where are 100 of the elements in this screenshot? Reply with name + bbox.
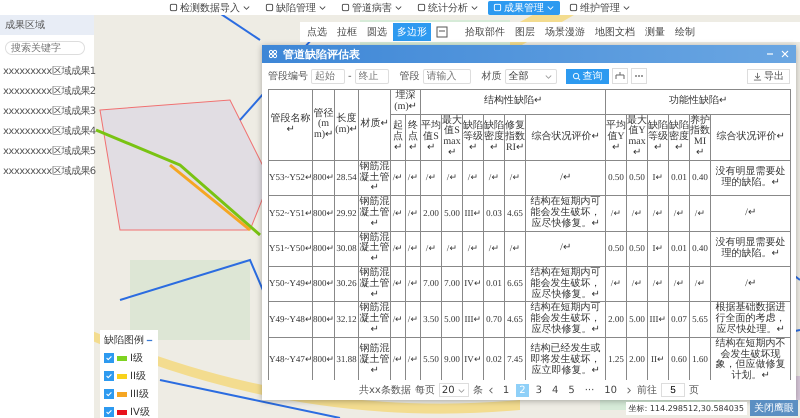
table-cell: 6.65 (504, 266, 526, 302)
table-cell: /↵ (648, 196, 669, 232)
menu-tab[interactable]: 管道病害 (336, 0, 408, 14)
table-cell: /↵ (710, 266, 791, 302)
column-header: 管径(mm)↵ (312, 90, 334, 160)
more-icon[interactable] (630, 68, 647, 84)
column-header: 缺陷密度↵ (668, 114, 690, 160)
legend-label: II级 (130, 370, 146, 383)
grid-icon (268, 49, 278, 59)
table-cell: 7.45 (504, 337, 526, 380)
table-cell: 钢筋混凝土管↵ (358, 196, 390, 232)
search-icon (572, 72, 581, 80)
legend-title: 缺陷图例 (104, 334, 144, 347)
table-cell: 0.70 (484, 302, 505, 338)
tool-button[interactable]: 测量 (641, 23, 669, 41)
hierarchy-icon[interactable] (612, 68, 628, 84)
table-cell: 7.00 (442, 266, 463, 302)
region-item[interactable]: xxxxxxxxx区域成果6 (0, 161, 94, 181)
page-size-select[interactable]: 20 (438, 383, 469, 397)
table-cell: 根据基础数据进行全面的考虑，应尽快处理。↵ (710, 302, 791, 338)
square-icon (493, 3, 502, 12)
menu-tab[interactable]: 检测数据导入 (164, 0, 256, 14)
table-cell: 5.65 (690, 302, 711, 338)
checkbox[interactable] (104, 389, 114, 399)
region-item[interactable]: xxxxxxxxx区域成果1 (0, 61, 94, 81)
square-icon (265, 3, 274, 12)
region-item[interactable]: xxxxxxxxx区域成果2 (0, 81, 94, 101)
table-cell: /↵ (526, 231, 606, 266)
export-button[interactable]: 导出 (747, 68, 790, 84)
column-header: 平均值Y↵ (606, 114, 627, 160)
checkbox[interactable] (104, 371, 114, 381)
region-item[interactable]: xxxxxxxxx区域成果4 (0, 121, 94, 141)
filter-label: 管段编号 (268, 70, 308, 83)
table-cell: 钢筋混凝土管↵ (358, 160, 390, 196)
table-cell: /↵ (442, 160, 463, 196)
table-cell: /↵ (406, 231, 421, 266)
column-header: 综合状况评价↵ (526, 114, 606, 160)
table-cell: /↵ (420, 160, 442, 196)
tool-button[interactable]: 图层 (511, 23, 539, 41)
table-cell: /↵ (406, 266, 421, 302)
table-cell: /↵ (648, 266, 669, 302)
input-field[interactable]: 终止 (354, 68, 389, 84)
table-cell: 30.26 (334, 266, 358, 302)
page-button[interactable]: ··· (582, 384, 598, 396)
menu-tab[interactable]: 缺陷管理 (260, 0, 332, 14)
square-icon (417, 3, 426, 12)
tool-button[interactable]: 地图文档 (591, 23, 639, 41)
download-icon (753, 72, 762, 80)
region-item[interactable]: xxxxxxxxx区域成果5 (0, 141, 94, 161)
tool-button[interactable]: 绘制 (671, 23, 699, 41)
tool-button[interactable]: 点选 (303, 23, 331, 41)
table-cell: /↵ (606, 196, 627, 232)
table-cell: /↵ (406, 196, 421, 232)
menu-tab[interactable]: 维护管理 (564, 0, 636, 14)
table-cell: 0.50 (626, 160, 648, 196)
page-input[interactable]: 5 (661, 383, 685, 397)
pager-label: 每页 (414, 384, 435, 397)
column-header: 管段名称↵ (268, 90, 312, 160)
checkbox[interactable] (104, 353, 114, 363)
filter-label: 管段 (400, 70, 420, 83)
table-cell: /↵ (690, 196, 711, 232)
table-cell: 结构在短期内可能会发生破坏，应尽快修复。↵ (526, 302, 606, 338)
table-cell: 3.50 (420, 302, 442, 338)
table-cell: /↵ (690, 266, 711, 302)
tool-button[interactable]: 拾取部件 (461, 23, 509, 41)
square-icon (341, 3, 350, 12)
page-button[interactable]: 3 (532, 384, 545, 396)
page-button[interactable]: 5 (565, 384, 578, 396)
table-cell: 2.00 (606, 302, 627, 338)
table-cell: /↵ (504, 160, 526, 196)
input-field[interactable]: 起始 (311, 68, 345, 84)
table-cell: /↵ (462, 231, 484, 266)
page-button[interactable]: 10 (601, 384, 620, 396)
table-cell: Y53~Y52↵ (268, 160, 312, 196)
table-cell: 2.00 (626, 337, 648, 380)
page-button[interactable]: 4 (548, 384, 562, 396)
region-item[interactable]: xxxxxxxxx区域成果3 (0, 101, 94, 121)
material-select[interactable]: 全部 (504, 68, 557, 84)
table-cell: /↵ (390, 196, 406, 232)
table-cell: 钢筋混凝土管↵ (358, 266, 390, 302)
page-button[interactable]: 1 (500, 384, 512, 396)
search-field[interactable]: 搜索关键字 (5, 41, 85, 55)
input-field[interactable]: 请输入 (422, 68, 471, 84)
menu-tab[interactable]: 统计分析 (412, 0, 484, 14)
table-cell: 0.01 (668, 160, 690, 196)
table-cell: 28.54 (334, 160, 358, 196)
table-cell: 5.00 (442, 302, 463, 338)
table-cell: /↵ (420, 231, 442, 266)
dialog-title: 管道缺陷评估表 (283, 46, 361, 62)
legend-label: III级 (130, 388, 149, 401)
table-cell: 0.50 (606, 231, 627, 266)
close-icon[interactable] (780, 49, 790, 59)
tool-button[interactable]: 场景漫游 (541, 23, 589, 41)
tool-button[interactable]: 圆选 (363, 23, 391, 41)
column-header: 养护指数MI↵ (690, 114, 711, 160)
table-cell: Y49~Y48↵ (268, 302, 312, 338)
checkbox[interactable] (104, 407, 114, 417)
column-header: 材质↵ (358, 90, 390, 160)
panel-icon[interactable] (436, 26, 448, 38)
tool-button[interactable]: 拉框 (333, 23, 361, 41)
